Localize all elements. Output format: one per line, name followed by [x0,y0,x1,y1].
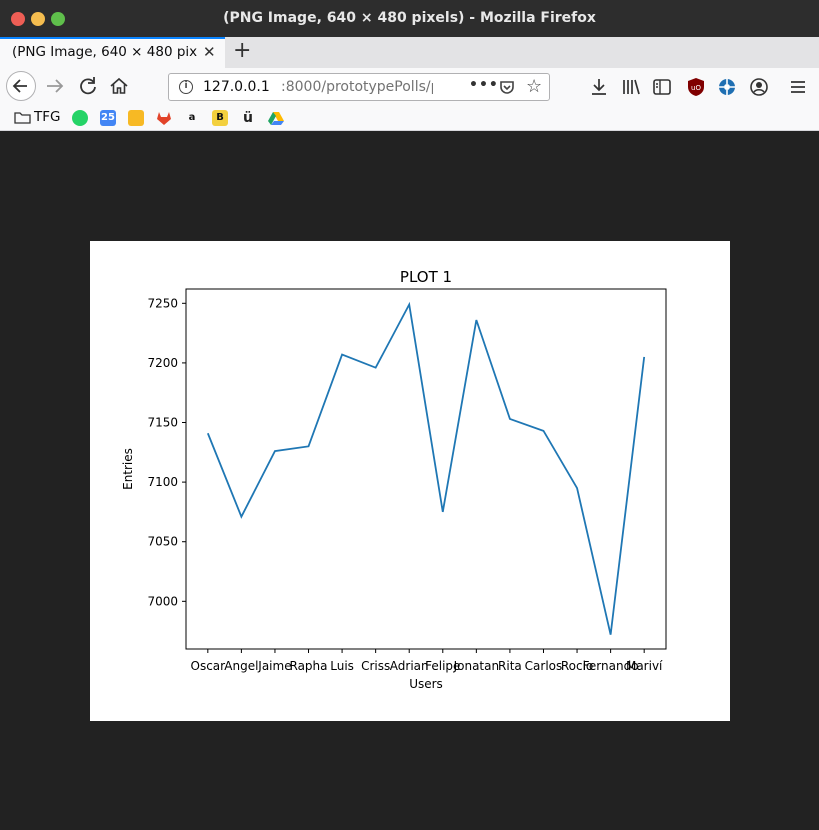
bookmarks-toolbar: TFG 25 a B ü [0,106,819,131]
x-tick-label: Luis [330,659,354,673]
window-title: (PNG Image, 640 × 480 pixels) - Mozilla … [223,10,596,26]
x-tick-label: Mariví [626,659,663,673]
folder-icon [14,112,31,124]
x-tick-label: Jonatan [453,659,500,673]
extension-icon[interactable] [716,76,738,98]
x-tick-label: Rita [498,659,522,673]
reload-button[interactable] [76,74,100,98]
y-axis-label: Entries [121,448,135,490]
bookmark-folder-tfg[interactable]: TFG [34,109,60,125]
reload-icon [80,77,96,95]
amazon-icon[interactable]: a [184,110,200,126]
back-arrow-icon [12,79,27,93]
back-button[interactable] [6,71,36,101]
tab-close-icon[interactable]: ✕ [203,43,216,61]
page-actions-icon[interactable]: ••• [469,77,499,93]
url-bar[interactable]: i 127.0.0.1 :8000/prototypePolls/plot ••… [168,73,550,101]
forward-arrow-icon [47,79,64,93]
x-tick-label: Carlos [525,659,563,673]
x-tick-label: Oscar [191,659,226,673]
y-tick-label: 7000 [147,594,178,608]
keep-icon[interactable] [128,110,144,126]
y-tick-label: 7250 [147,296,178,310]
home-icon [110,77,128,94]
tab-label: (PNG Image, 640 × 480 pixels) [12,44,197,60]
chart-title: PLOT 1 [400,268,452,286]
title-bar: (PNG Image, 640 × 480 pixels) - Mozilla … [0,0,819,37]
account-icon[interactable] [748,76,770,98]
url-host: 127.0.0.1 [203,79,270,95]
y-tick-label: 7200 [147,356,178,370]
tab-bar: (PNG Image, 640 × 480 pixels) ✕ + [0,37,819,68]
drive-icon[interactable] [268,110,284,126]
x-tick-label: Adrian [390,659,429,673]
y-tick-label: 7050 [147,535,178,549]
series-line [206,301,646,635]
whatsapp-icon[interactable] [72,110,88,126]
bookmark-star-icon[interactable]: ☆ [526,76,542,97]
tab-active[interactable]: (PNG Image, 640 × 480 pixels) ✕ [0,37,225,68]
x-tick-label: Rapha [290,659,328,673]
x-tick-label: Jaime [257,659,291,673]
y-tick-label: 7150 [147,416,178,430]
home-button[interactable] [107,74,131,98]
b-icon[interactable]: B [212,110,228,126]
sidebar-icon[interactable] [651,76,673,98]
calendar-icon[interactable]: 25 [100,110,116,126]
forward-button[interactable] [43,74,67,98]
pocket-icon[interactable] [499,79,515,95]
gitlab-icon[interactable] [156,110,172,126]
library-icon[interactable] [620,76,642,98]
svg-text:uO: uO [691,84,701,92]
ublock-origin-icon[interactable]: uO [685,76,707,98]
line-chart: PLOT 1 7000 7050 7100 7150 7200 7250 Oscar Angel… [121,268,667,691]
university-icon[interactable]: ü [240,110,256,126]
x-axis-label: Users [409,677,443,691]
downloads-icon[interactable] [588,76,610,98]
new-tab-button[interactable]: + [233,38,251,63]
y-tick-label: 7100 [147,475,178,489]
x-tick-label: Angel [224,659,258,673]
plot-frame [185,288,667,650]
png-image: PLOT 1 7000 7050 7100 7150 7200 7250 Oscar Angel… [90,241,730,721]
hamburger-menu-icon[interactable] [787,76,809,98]
url-path: :8000/prototypePolls/plot [281,79,433,95]
site-info-icon[interactable]: i [179,80,193,94]
x-tick-label: Criss [361,659,390,673]
